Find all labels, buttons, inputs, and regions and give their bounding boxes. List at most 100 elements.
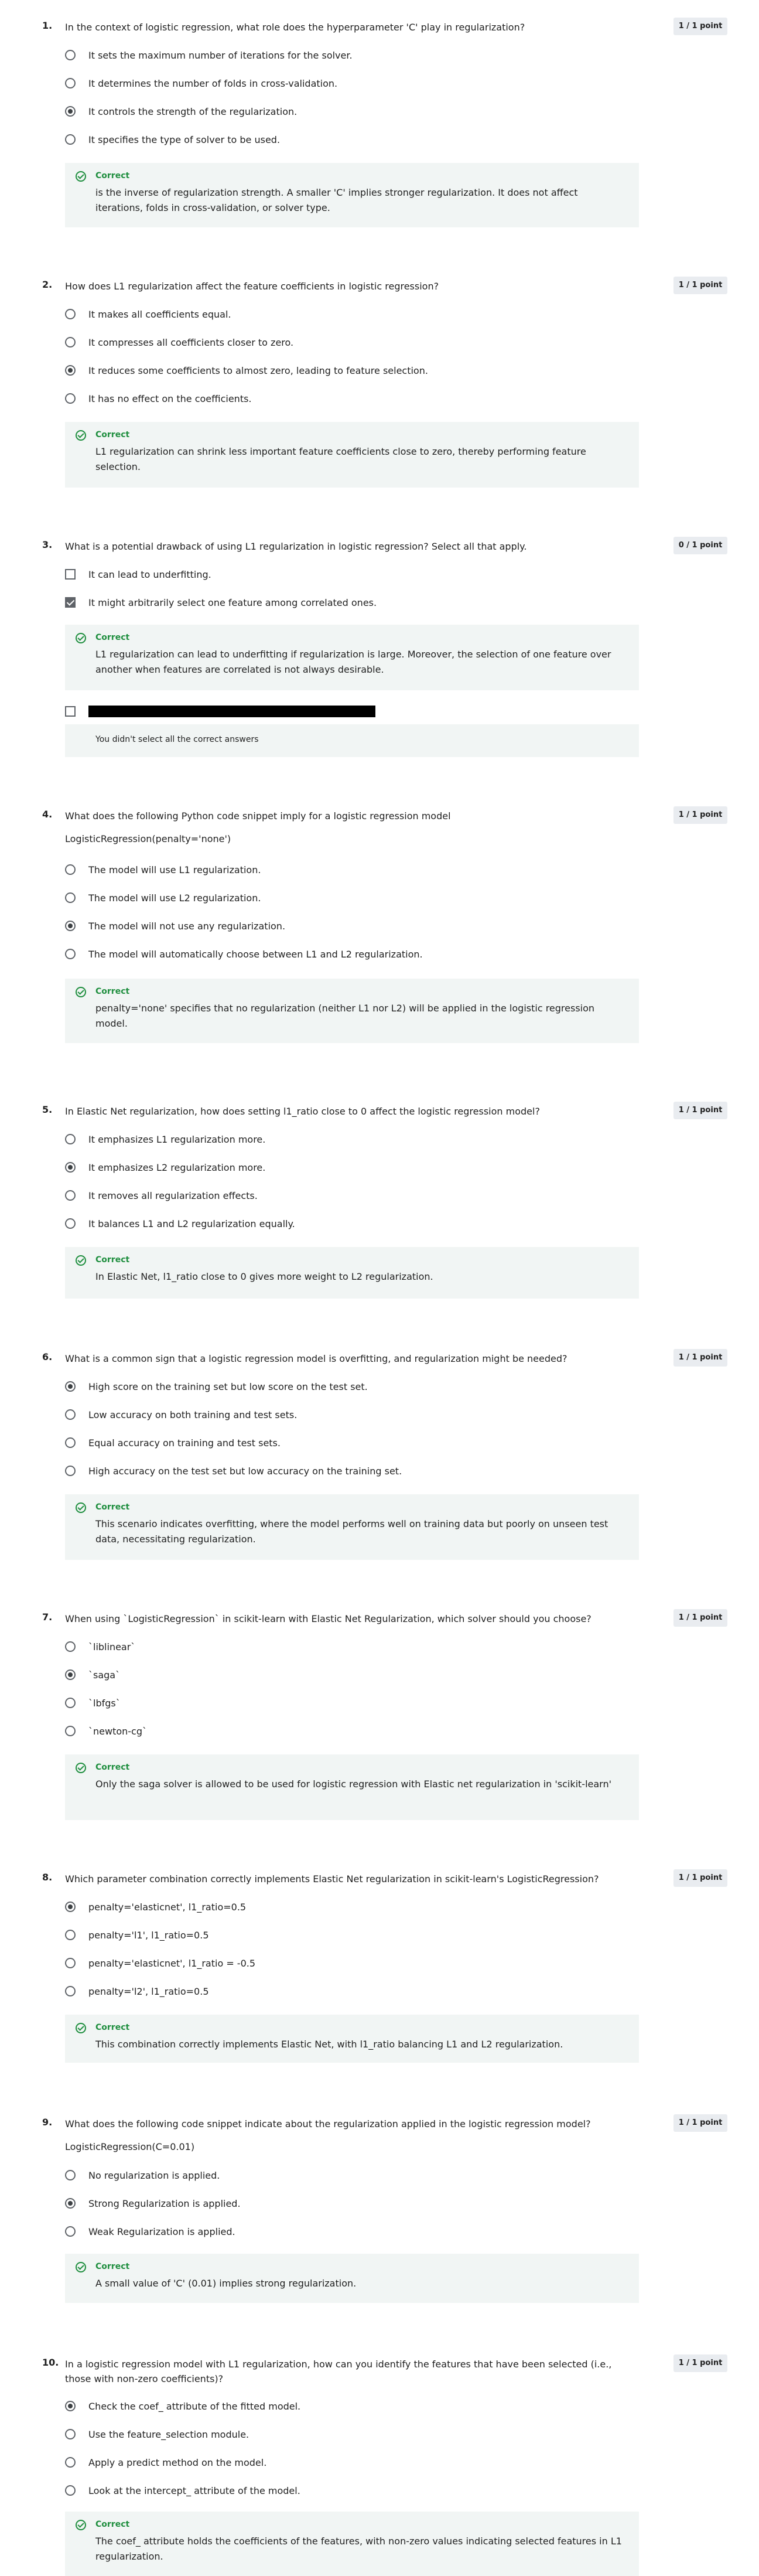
radio-button-selected[interactable] — [65, 1381, 76, 1392]
radio-button-selected[interactable] — [65, 1669, 76, 1680]
radio-button[interactable] — [65, 337, 76, 347]
feedback-box: Correct L1 regularization can lead to un… — [65, 625, 639, 690]
answer-option[interactable]: The model will use L1 regularization. — [65, 864, 592, 879]
radio-button[interactable] — [65, 1958, 76, 1968]
incorrect-summary-box: You didn't select all the correct answer… — [65, 724, 639, 757]
answer-option[interactable]: Weak Regularization is applied. — [65, 2226, 592, 2241]
radio-button[interactable] — [65, 1726, 76, 1736]
answer-option[interactable]: It specifies the type of solver to be us… — [65, 134, 592, 149]
radio-button[interactable] — [65, 892, 76, 903]
points-badge: 1 / 1 point — [673, 2114, 727, 2132]
radio-button[interactable] — [65, 78, 76, 88]
question-number: 4. — [42, 809, 53, 820]
radio-button[interactable] — [65, 1986, 76, 1996]
points-badge: 1 / 1 point — [673, 277, 727, 294]
radio-button-selected[interactable] — [65, 2401, 76, 2411]
answer-option[interactable]: `newton-cg` — [65, 1725, 592, 1740]
radio-button[interactable] — [65, 2226, 76, 2237]
answer-option[interactable]: `lbfgs` — [65, 1697, 592, 1712]
question-number: 1. — [42, 20, 53, 31]
answer-option[interactable]: It has no effect on the coefficients. — [65, 393, 592, 408]
radio-button[interactable] — [65, 134, 76, 145]
feedback-title: Correct — [95, 430, 130, 439]
answer-option[interactable]: penalty='elasticnet', l1_ratio = -0.5 — [65, 1957, 592, 1972]
radio-button[interactable] — [65, 50, 76, 60]
radio-button[interactable] — [65, 1437, 76, 1448]
question-number: 5. — [42, 1104, 53, 1115]
feedback-box: Correct L1 regularization can shrink les… — [65, 422, 639, 488]
answer-option[interactable]: `liblinear` — [65, 1641, 592, 1656]
radio-button-selected[interactable] — [65, 365, 76, 376]
radio-button[interactable] — [65, 1190, 76, 1201]
answer-option[interactable]: It compresses all coefficients closer to… — [65, 336, 592, 352]
answer-option[interactable]: Use the feature_selection module. — [65, 2428, 592, 2444]
answer-option[interactable]: penalty='l1', l1_ratio=0.5 — [65, 1929, 592, 1944]
radio-button[interactable] — [65, 1641, 76, 1652]
answer-option-selected[interactable]: The model will not use any regularizatio… — [65, 920, 592, 935]
feedback-title: Correct — [95, 2262, 130, 2271]
feedback-title: Correct — [95, 1255, 130, 1265]
answer-option[interactable]: The model will use L2 regularization. — [65, 892, 592, 907]
answer-option[interactable]: It sets the maximum number of iterations… — [65, 49, 592, 64]
answer-checkbox-option-redacted[interactable] — [65, 706, 592, 721]
radio-button[interactable] — [65, 2170, 76, 2180]
answer-option[interactable]: High accuracy on the test set but low ac… — [65, 1465, 592, 1480]
answer-option[interactable]: It balances L1 and L2 regularization equ… — [65, 1218, 592, 1233]
checkbox[interactable] — [65, 706, 76, 717]
answer-option[interactable]: It determines the number of folds in cro… — [65, 77, 592, 93]
check-circle-icon — [76, 633, 86, 643]
points-badge: 1 / 1 point — [673, 1102, 727, 1119]
quiz-results-page: 1. In the context of logistic regression… — [0, 0, 759, 2576]
radio-button-selected[interactable] — [65, 1162, 76, 1173]
answer-option[interactable]: Look at the intercept_ attribute of the … — [65, 2485, 592, 2500]
answer-option[interactable]: The model will automatically choose betw… — [65, 948, 592, 963]
radio-button[interactable] — [65, 1218, 76, 1229]
radio-button[interactable] — [65, 1409, 76, 1420]
question-number: 7. — [42, 1611, 53, 1623]
radio-button[interactable] — [65, 864, 76, 875]
radio-button-selected[interactable] — [65, 1902, 76, 1912]
answer-option-selected[interactable]: `saga` — [65, 1669, 592, 1684]
answer-option-selected[interactable]: It emphasizes L2 regularization more. — [65, 1161, 592, 1177]
radio-button[interactable] — [65, 1134, 76, 1144]
radio-button-selected[interactable] — [65, 106, 76, 117]
radio-button[interactable] — [65, 2457, 76, 2468]
points-badge: 1 / 1 point — [673, 1609, 727, 1627]
answer-option[interactable]: It makes all coefficients equal. — [65, 308, 592, 323]
radio-button[interactable] — [65, 2485, 76, 2496]
radio-button[interactable] — [65, 1930, 76, 1940]
answer-option[interactable]: No regularization is applied. — [65, 2169, 592, 2185]
answer-option[interactable]: Low accuracy on both training and test s… — [65, 1409, 592, 1424]
radio-button[interactable] — [65, 949, 76, 959]
answer-checkbox-option-checked[interactable]: It might arbitrarily select one feature … — [65, 597, 592, 612]
answer-option-selected[interactable]: High score on the training set but low s… — [65, 1381, 592, 1396]
answer-checkbox-option[interactable]: It can lead to underfitting. — [65, 568, 592, 584]
radio-button[interactable] — [65, 393, 76, 404]
answer-option-selected[interactable]: Strong Regularization is applied. — [65, 2197, 592, 2213]
radio-button[interactable] — [65, 2429, 76, 2439]
answer-option-selected[interactable]: penalty='elasticnet', l1_ratio=0.5 — [65, 1901, 592, 1916]
radio-button-selected[interactable] — [65, 2198, 76, 2209]
radio-button[interactable] — [65, 1466, 76, 1476]
checkbox[interactable] — [65, 569, 76, 580]
question-text: What is a potential drawback of using L1… — [65, 541, 527, 552]
feedback-text: is the inverse of regularization strengt… — [95, 187, 578, 213]
answer-option[interactable]: It emphasizes L1 regularization more. — [65, 1133, 592, 1149]
radio-button[interactable] — [65, 309, 76, 319]
check-circle-icon — [76, 2520, 86, 2530]
radio-button-selected[interactable] — [65, 921, 76, 931]
radio-button[interactable] — [65, 1698, 76, 1708]
feedback-text: The coef_ attribute holds the coefficien… — [95, 2536, 622, 2562]
answer-option-selected[interactable]: It reduces some coefficients to almost z… — [65, 364, 592, 380]
question-number: 9. — [42, 2117, 53, 2128]
answer-option[interactable]: Apply a predict method on the model. — [65, 2456, 592, 2472]
question-text: Which parameter combination correctly im… — [65, 1873, 599, 1885]
question-text: What is a common sign that a logistic re… — [65, 1353, 567, 1364]
answer-option-selected[interactable]: Check the coef_ attribute of the fitted … — [65, 2400, 592, 2415]
answer-option-selected[interactable]: It controls the strength of the regulari… — [65, 105, 592, 121]
answer-option[interactable]: Equal accuracy on training and test sets… — [65, 1437, 592, 1452]
answer-option[interactable]: penalty='l2', l1_ratio=0.5 — [65, 1985, 592, 2001]
feedback-text: In Elastic Net, l1_ratio close to 0 give… — [95, 1271, 433, 1282]
answer-option[interactable]: It removes all regularization effects. — [65, 1190, 592, 1205]
checkbox-checked[interactable] — [65, 597, 76, 608]
